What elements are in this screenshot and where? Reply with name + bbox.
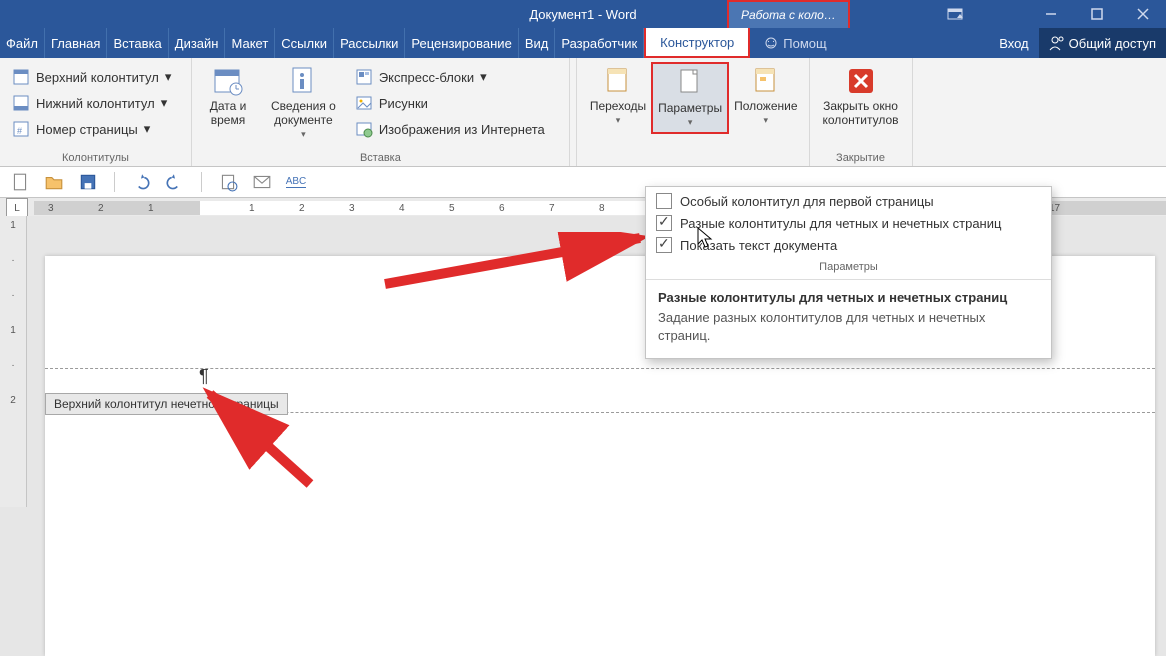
tab-review[interactable]: Рецензирование — [405, 28, 518, 58]
transitions-button[interactable]: Переходы ▾ — [585, 62, 651, 134]
position-button[interactable]: Положение ▾ — [729, 62, 802, 134]
header-icon — [12, 68, 30, 86]
tab-mailings[interactable]: Рассылки — [334, 28, 405, 58]
quick-parts-dropdown[interactable]: Экспресс-блоки ▾ — [351, 66, 561, 88]
tab-references[interactable]: Ссылки — [275, 28, 334, 58]
page-number-dropdown[interactable]: # Номер страницы ▾ — [8, 118, 183, 140]
tell-me-button[interactable]: Помощ — [763, 28, 826, 58]
tab-selector[interactable]: L — [6, 198, 28, 218]
save-button[interactable] — [78, 172, 98, 192]
window-controls — [1028, 0, 1166, 28]
new-document-button[interactable] — [10, 172, 30, 192]
doc-info-icon — [287, 65, 319, 97]
tab-insert[interactable]: Вставка — [107, 28, 168, 58]
ribbon: Верхний колонтитул ▾ Нижний колонтитул ▾… — [0, 58, 1166, 167]
checkbox-unchecked-icon — [656, 193, 672, 209]
paragraph-mark: ¶ — [199, 366, 209, 387]
header-boundary-top — [45, 368, 1155, 369]
tooltip-body: Задание разных колонтитулов для четных и… — [658, 309, 1039, 344]
print-preview-button[interactable] — [218, 172, 238, 192]
close-icon — [845, 65, 877, 97]
spellcheck-button[interactable]: ABC — [286, 172, 306, 192]
tooltip: Разные колонтитулы для четных и нечетных… — [646, 279, 1051, 358]
tab-home[interactable]: Главная — [45, 28, 107, 58]
minimize-button[interactable] — [1028, 0, 1074, 28]
tooltip-title: Разные колонтитулы для четных и нечетных… — [658, 290, 1039, 305]
maximize-button[interactable] — [1074, 0, 1120, 28]
calendar-icon — [212, 65, 244, 97]
document-title: Документ1 - Word — [529, 7, 636, 22]
tab-constructor[interactable]: Конструктор — [644, 28, 750, 58]
group-label: Закрытие — [818, 152, 904, 164]
email-button[interactable] — [252, 172, 272, 192]
group-close: Закрыть окно колонтитулов Закрытие — [810, 58, 913, 166]
close-window-button[interactable] — [1120, 0, 1166, 28]
tab-developer[interactable]: Разработчик — [555, 28, 644, 58]
option-different-first-page[interactable]: Особый колонтитул для первой страницы — [656, 193, 1041, 209]
ribbon-tab-strip: Файл Главная Вставка Дизайн Макет Ссылки… — [0, 28, 1166, 58]
parameters-button[interactable]: Параметры ▾ — [653, 64, 727, 132]
checkbox-checked-icon — [656, 237, 672, 253]
svg-text:#: # — [17, 126, 22, 136]
share-button[interactable]: Общий доступ — [1039, 28, 1166, 58]
date-time-button[interactable]: Дата и время — [200, 62, 256, 144]
tab-layout[interactable]: Макет — [225, 28, 275, 58]
vertical-ruler[interactable]: 1 · · 1 · 2 — [0, 216, 27, 507]
option-show-document-text[interactable]: Показать текст документа — [656, 237, 1041, 253]
tab-design[interactable]: Дизайн — [169, 28, 226, 58]
parameters-flyout: Особый колонтитул для первой страницы Ра… — [645, 186, 1052, 359]
option-different-odd-even[interactable]: Разные колонтитулы для четных и нечетных… — [656, 215, 1041, 231]
group-label: Колонтитулы — [8, 152, 183, 164]
group-insert: Дата и время Сведения о документе ▾ Эксп… — [192, 58, 570, 166]
redo-button[interactable] — [165, 172, 185, 192]
tab-view[interactable]: Вид — [519, 28, 556, 58]
footer-icon — [12, 94, 30, 112]
close-header-footer-button[interactable]: Закрыть окно колонтитулов — [818, 62, 904, 130]
group-header-footer: Верхний колонтитул ▾ Нижний колонтитул ▾… — [0, 58, 192, 166]
position-icon — [750, 65, 782, 97]
footer-dropdown[interactable]: Нижний колонтитул ▾ — [8, 92, 183, 114]
header-dropdown[interactable]: Верхний колонтитул ▾ — [8, 66, 183, 88]
online-pictures-button[interactable]: Изображения из Интернета — [351, 118, 561, 140]
header-section-label: Верхний колонтитул нечетной страницы — [45, 393, 288, 415]
online-picture-icon — [355, 120, 373, 138]
contextual-tab-title: Работа с коло… — [727, 0, 850, 28]
checkbox-checked-icon — [656, 215, 672, 231]
nav-icon — [602, 65, 634, 97]
open-button[interactable] — [44, 172, 64, 192]
sign-in-button[interactable]: Вход — [989, 28, 1038, 58]
group-options: Переходы ▾ Параметры ▾ Положение ▾ — [577, 58, 803, 166]
page-number-icon: # — [12, 120, 30, 138]
page-icon — [674, 67, 706, 99]
document-info-button[interactable]: Сведения о документе ▾ — [266, 62, 341, 144]
title-bar: Документ1 - Word Работа с коло… — [0, 0, 1166, 28]
quick-parts-icon — [355, 68, 373, 86]
flyout-section-title: Параметры — [646, 257, 1051, 279]
pictures-button[interactable]: Рисунки — [351, 92, 561, 114]
undo-button[interactable] — [131, 172, 151, 192]
tab-file[interactable]: Файл — [0, 28, 45, 58]
group-label: Вставка — [200, 152, 561, 164]
picture-icon — [355, 94, 373, 112]
ribbon-display-options-button[interactable] — [932, 0, 978, 28]
